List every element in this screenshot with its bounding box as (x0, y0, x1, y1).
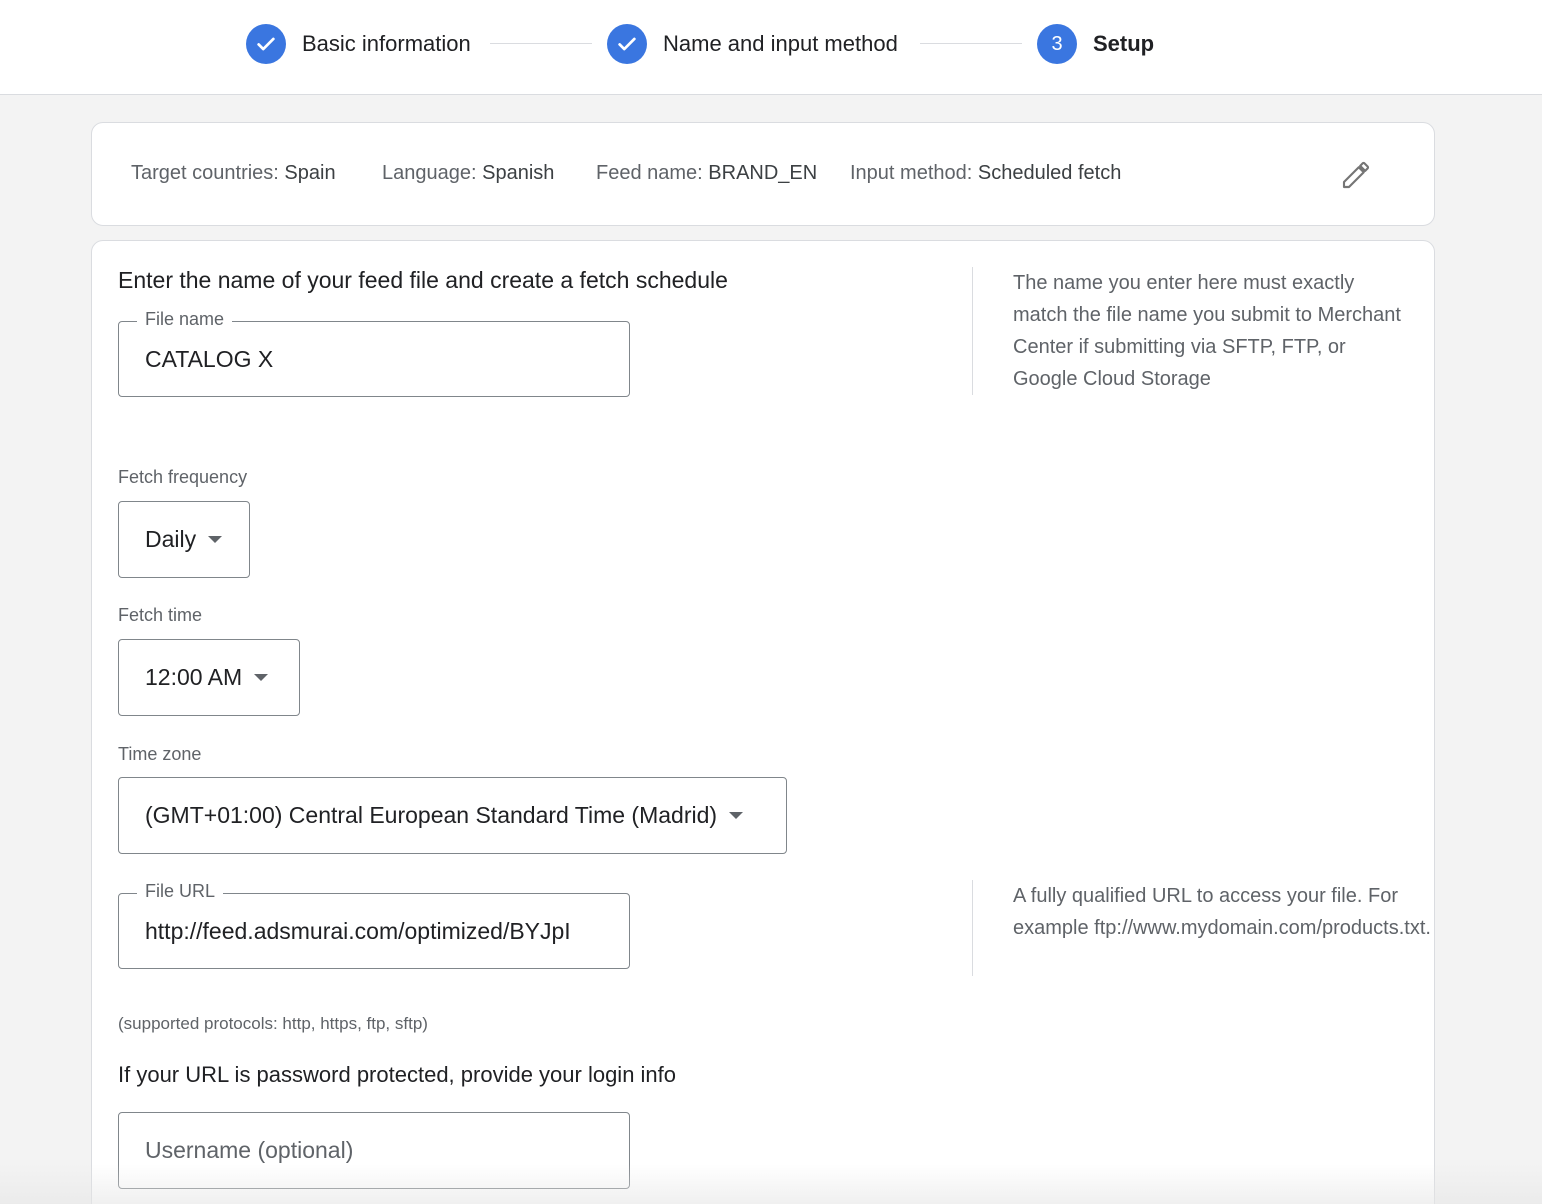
step-number-badge: 3 (1037, 24, 1077, 64)
setup-form-card: Enter the name of your feed file and cre… (91, 240, 1435, 1204)
check-circle-icon (607, 24, 647, 64)
fetch-time-label: Fetch time (118, 605, 203, 625)
username-placeholder: Username (optional) (145, 1137, 354, 1163)
step-connector (490, 43, 592, 44)
fetch-frequency-display: Daily (145, 502, 223, 577)
step-setup[interactable]: 3 Setup (1037, 24, 1154, 64)
fetch-time-display: 12:00 AM (145, 640, 269, 715)
summary-input-method: Input method: Scheduled fetch (850, 162, 1121, 185)
step-label: Basic information (302, 31, 471, 56)
file-name-value: CATALOG X (145, 345, 274, 372)
summary-target-countries: Target countries: Spain (131, 162, 336, 185)
summary-label: Target countries: (131, 162, 279, 184)
step-connector (920, 43, 1022, 44)
summary-label: Feed name: (596, 162, 703, 184)
summary-label: Input method: (850, 162, 973, 184)
summary-language: Language: Spanish (382, 162, 554, 185)
file-url-value: http://feed.adsmurai.com/optimized/BYJpI (145, 917, 571, 944)
file-name-field[interactable]: File name CATALOG X (118, 309, 630, 397)
file-url-help: A fully qualified URL to access your fil… (972, 880, 1432, 976)
dropdown-arrow-icon (254, 674, 269, 681)
edit-button[interactable] (1336, 155, 1376, 195)
fetch-frequency-select[interactable]: Daily (118, 501, 250, 578)
summary-value: Spanish (482, 162, 555, 184)
fetch-frequency-value: Daily (145, 526, 197, 552)
time-zone-label: Time zone (118, 744, 202, 764)
form-heading: Enter the name of your feed file and cre… (118, 267, 728, 293)
login-heading: If your URL is password protected, provi… (118, 1062, 677, 1087)
setup-stepper: Basic information Name and input method … (0, 0, 1542, 95)
step-basic-information[interactable]: Basic information (246, 24, 471, 64)
file-url-field[interactable]: File URL http://feed.adsmurai.com/optimi… (118, 881, 630, 969)
summary-value: BRAND_EN (708, 162, 818, 184)
fetch-frequency-label: Fetch frequency (118, 467, 248, 487)
summary-value: Scheduled fetch (977, 162, 1122, 184)
step-label: Name and input method (663, 31, 898, 56)
feed-summary-card: Target countries: Spain Language: Spanis… (91, 122, 1435, 226)
time-zone-select[interactable]: (GMT+01:00) Central European Standard Ti… (118, 777, 787, 854)
step-label: Setup (1093, 31, 1155, 56)
check-circle-icon (246, 24, 286, 64)
summary-value: Spain (284, 162, 336, 184)
dropdown-arrow-icon (729, 812, 744, 819)
time-zone-display: (GMT+01:00) Central European Standard Ti… (145, 778, 744, 853)
summary-label: Language: (382, 162, 477, 184)
time-zone-value: (GMT+01:00) Central European Standard Ti… (145, 802, 718, 828)
file-name-help: The name you enter here must exactly mat… (972, 267, 1412, 395)
username-input[interactable]: Username (optional) (118, 1112, 630, 1189)
pencil-icon (1342, 161, 1370, 189)
step-name-and-input-method[interactable]: Name and input method (607, 24, 898, 64)
fetch-time-value: 12:00 AM (145, 664, 243, 690)
protocols-note: (supported protocols: http, https, ftp, … (118, 1014, 428, 1033)
summary-feed-name: Feed name: BRAND_EN (596, 162, 817, 185)
dropdown-arrow-icon (208, 536, 223, 543)
fetch-time-select[interactable]: 12:00 AM (118, 639, 300, 716)
